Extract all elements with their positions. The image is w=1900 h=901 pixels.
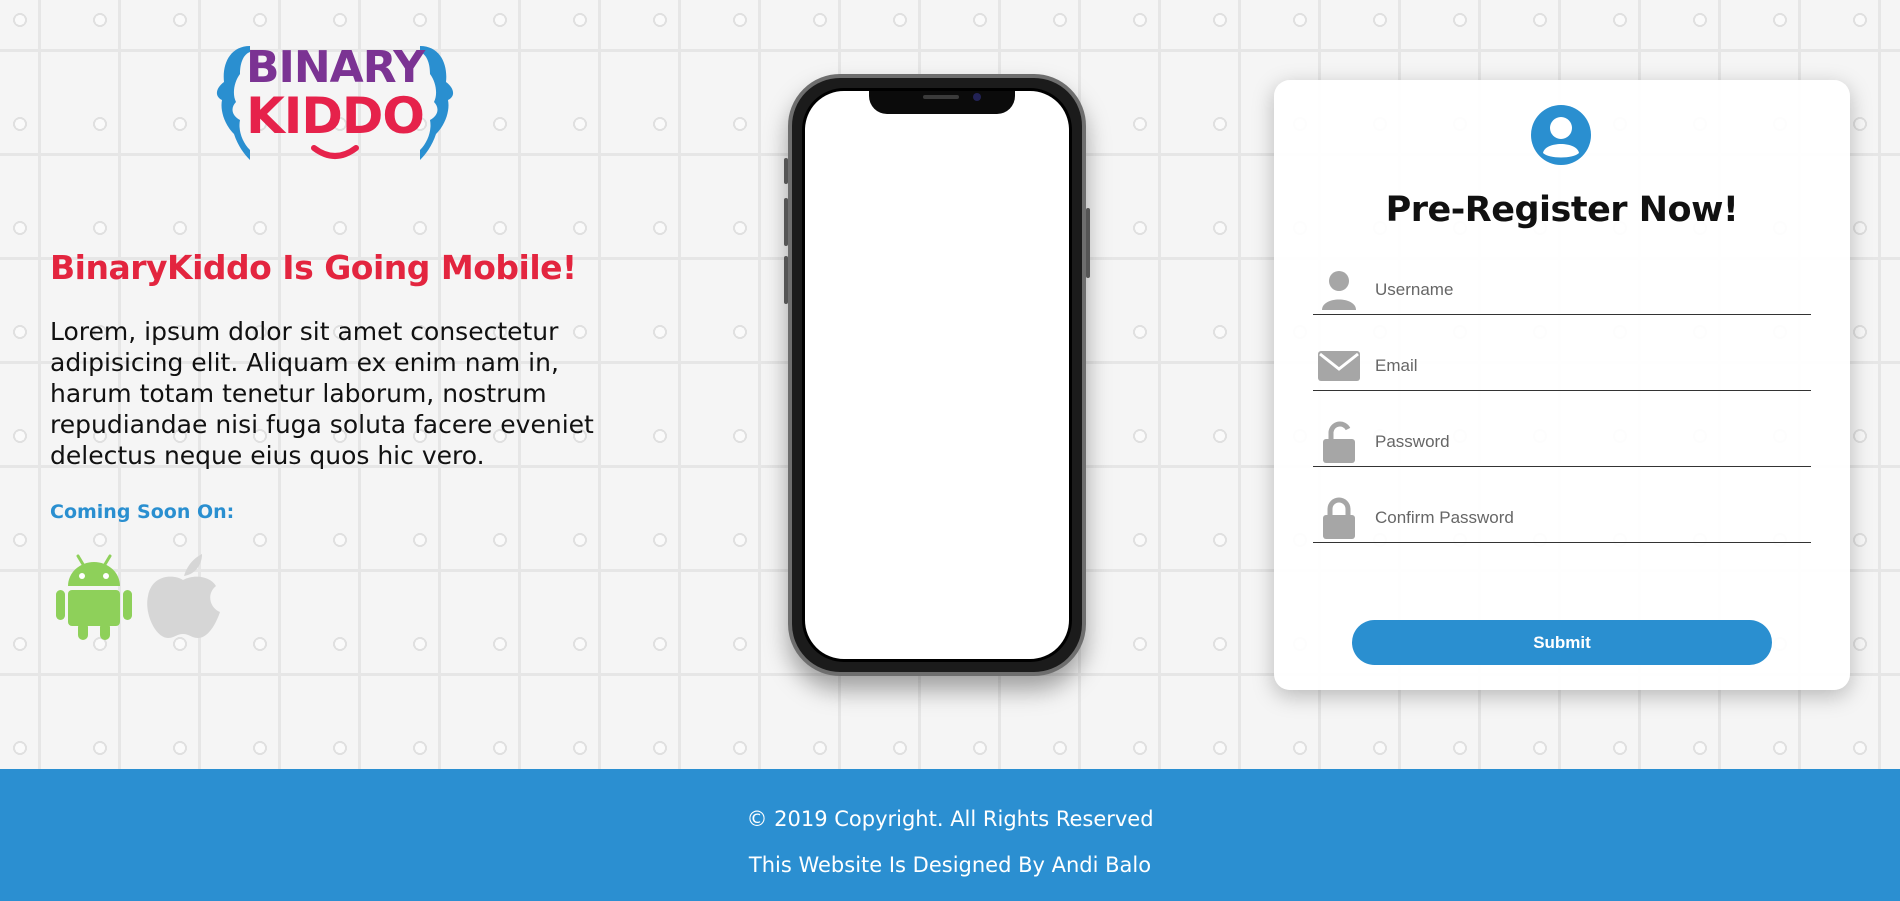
android-icon[interactable] [54, 552, 134, 640]
store-icons [54, 552, 222, 640]
phone-volume-down-button [784, 256, 788, 304]
user-icon [1313, 267, 1365, 313]
confirm-password-input[interactable] [1375, 497, 1795, 538]
username-input[interactable] [1375, 269, 1795, 310]
email-field-row [1313, 341, 1811, 391]
user-avatar-icon [1531, 105, 1591, 165]
envelope-icon [1313, 343, 1365, 389]
phone-speaker [923, 95, 959, 99]
hero-headline: BinaryKiddo Is Going Mobile! [50, 248, 577, 287]
email-input[interactable] [1375, 345, 1795, 386]
pre-register-card: Pre-Register Now! Username Email Submit [1274, 80, 1850, 690]
footer-copyright: © 2019 Copyright. All Rights Reserved [746, 807, 1154, 831]
submit-button[interactable]: Submit [1352, 620, 1772, 665]
footer-credit: This Website Is Designed By Andi Balo [748, 853, 1152, 877]
logo-line-binary: BINARY [245, 42, 425, 93]
phone-screen [802, 88, 1072, 662]
phone-notch [869, 91, 1015, 114]
phone-mockup [784, 74, 1090, 676]
apple-icon[interactable] [144, 552, 222, 640]
coming-soon-label: Coming Soon On: [50, 501, 235, 523]
phone-mute-button [784, 158, 788, 184]
confirm-password-field-row [1313, 493, 1811, 543]
phone-camera [973, 93, 981, 101]
binarykiddo-logo[interactable]: BINARY KIDDO [210, 38, 460, 166]
password-field-row [1313, 417, 1811, 467]
password-input[interactable] [1375, 421, 1795, 462]
footer: © 2019 Copyright. All Rights Reserved Th… [0, 769, 1900, 901]
phone-volume-up-button [784, 198, 788, 246]
hero-description: Lorem, ipsum dolor sit amet consectetur … [50, 317, 594, 470]
form-title: Pre-Register Now! [1385, 190, 1739, 230]
phone-power-button [1086, 208, 1090, 278]
logo-line-kiddo: KIDDO [246, 87, 425, 145]
hero-section: BinaryKiddo Is Going Mobile! Lorem, ipsu… [50, 240, 620, 523]
lock-icon [1313, 495, 1365, 541]
unlock-icon [1313, 419, 1365, 465]
username-field-row [1313, 265, 1811, 315]
